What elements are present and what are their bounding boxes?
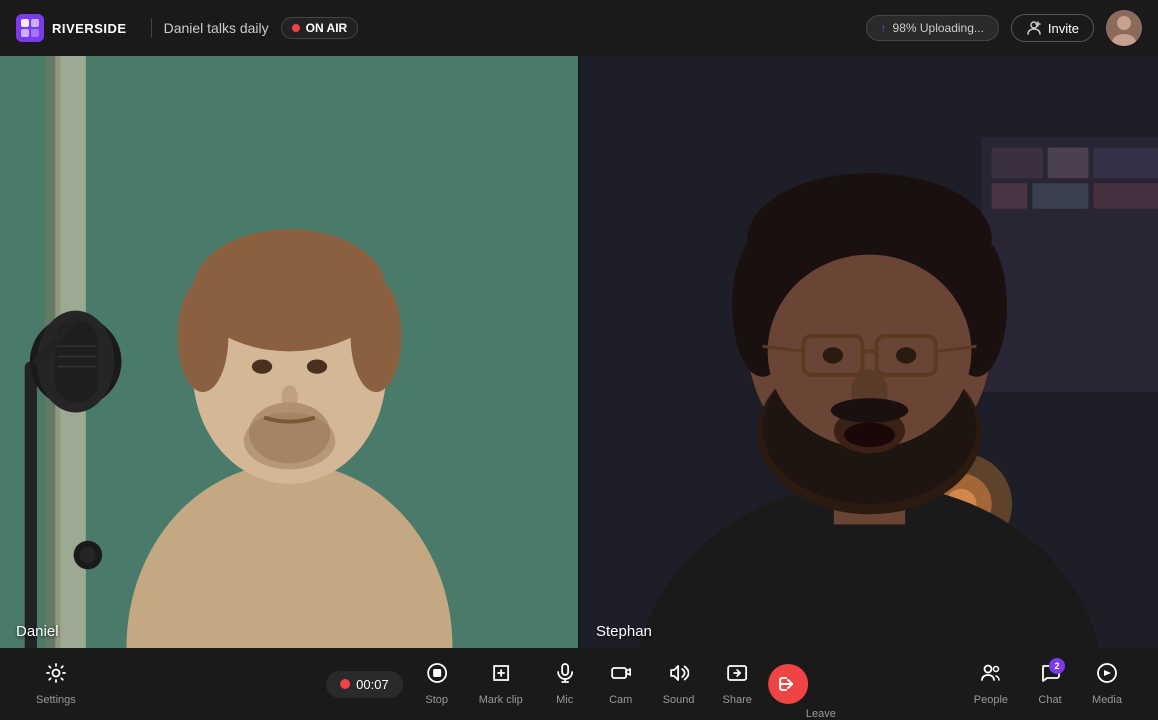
toolbar: Settings 00:07 Stop [0,648,1158,720]
mark-clip-icon [490,662,512,690]
invite-label: Invite [1048,21,1079,36]
logo-text: RIVERSIDE [52,21,127,36]
riverside-logo-icon [16,14,44,42]
stephan-name-label: Stephan [596,623,652,640]
logo-area: RIVERSIDE [16,14,127,42]
stop-icon [426,662,448,690]
stop-button[interactable]: Stop [411,654,463,714]
stephan-background: Stephan [580,56,1158,720]
toolbar-right: People 2 Chat Media [962,654,1134,714]
toolbar-left: Settings [24,654,88,714]
mic-label: Mic [556,694,573,706]
chat-badge: 2 [1049,658,1065,674]
on-air-label: ON AIR [306,21,348,35]
sound-label: Sound [663,694,695,706]
header-right: ↑ 98% Uploading... Invite [866,10,1142,46]
on-air-dot [292,24,300,32]
settings-label: Settings [36,694,76,706]
session-title: Daniel talks daily [164,20,269,36]
on-air-badge: ON AIR [281,17,359,39]
video-area: Daniel [0,56,1158,720]
user-avatar[interactable] [1106,10,1142,46]
stop-label: Stop [425,694,448,706]
settings-icon [45,662,67,690]
chat-icon-wrap: 2 [1039,662,1061,690]
media-icon [1096,662,1118,690]
media-button[interactable]: Media [1080,654,1134,714]
upload-icon: ↑ [881,21,887,35]
people-label: People [974,694,1008,706]
stephan-video-panel: Stephan [580,56,1158,720]
people-icon [980,662,1002,684]
share-label: Share [723,694,752,706]
daniel-name-label: Daniel [16,623,59,640]
header: RIVERSIDE Daniel talks daily ON AIR ↑ 98… [0,0,1158,56]
cam-button[interactable]: Cam [595,654,647,714]
avatar-image [1106,10,1142,46]
mark-clip-label: Mark clip [479,694,523,706]
mark-clip-button[interactable]: Mark clip [467,654,535,714]
chat-label: Chat [1038,694,1061,706]
invite-icon [1026,20,1042,36]
leave-icon [778,674,798,694]
cam-label: Cam [609,694,632,706]
chat-button[interactable]: 2 Chat [1024,654,1076,714]
share-button[interactable]: Share [711,654,764,714]
daniel-scene [0,56,578,720]
recording-indicator: 00:07 [326,671,403,698]
settings-button[interactable]: Settings [24,654,88,714]
cam-icon [610,662,632,690]
share-icon [726,662,748,690]
header-divider [151,18,152,38]
people-button[interactable]: People [962,654,1020,714]
recording-dot [340,679,350,689]
toolbar-center: 00:07 Stop Mark clip [322,654,836,714]
sound-button[interactable]: Sound [651,654,707,714]
invite-button[interactable]: Invite [1011,14,1094,42]
recording-timer: 00:07 [356,677,389,692]
mic-icon [554,662,576,690]
upload-badge: ↑ 98% Uploading... [866,15,999,41]
daniel-background: Daniel [0,56,578,720]
daniel-video-panel: Daniel [0,56,580,720]
sound-icon [668,662,690,690]
leave-button[interactable] [768,664,808,704]
stephan-scene [580,56,1158,720]
leave-label: Leave [806,708,836,720]
upload-label: 98% Uploading... [893,21,984,35]
people-icon-wrap [980,662,1002,690]
media-label: Media [1092,694,1122,706]
mic-button[interactable]: Mic [539,654,591,714]
